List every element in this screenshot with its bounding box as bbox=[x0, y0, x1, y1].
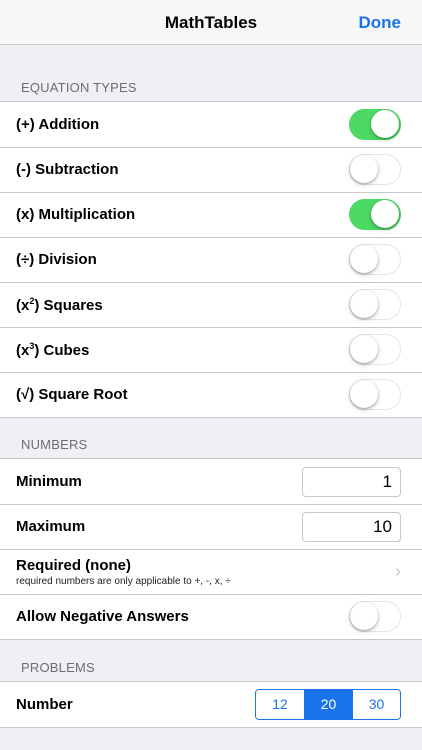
minimum-label: Minimum bbox=[16, 473, 82, 490]
subtraction-toggle[interactable] bbox=[349, 154, 401, 185]
toggle-knob bbox=[350, 290, 378, 318]
section-header-problems: PROBLEMS bbox=[21, 660, 95, 675]
division-toggle[interactable] bbox=[349, 244, 401, 275]
row-division: (÷) Division bbox=[0, 237, 422, 282]
numbers-group: Minimum Maximum Required (none) required… bbox=[0, 458, 422, 640]
subtraction-label: (-) Subtraction bbox=[16, 161, 119, 178]
cubes-toggle[interactable] bbox=[349, 334, 401, 365]
toggle-knob bbox=[350, 245, 378, 273]
number-label: Number bbox=[16, 696, 73, 713]
segment-12[interactable]: 12 bbox=[256, 690, 304, 719]
row-maximum: Maximum bbox=[0, 504, 422, 549]
equation-types-group: (+) Addition (-) Subtraction (x) Multipl… bbox=[0, 101, 422, 418]
row-allow-negative: Allow Negative Answers bbox=[0, 594, 422, 639]
number-segmented-control: 12 20 30 bbox=[255, 689, 401, 720]
done-button[interactable]: Done bbox=[359, 0, 402, 45]
row-number: Number 12 20 30 bbox=[0, 682, 422, 727]
section-header-numbers: NUMBERS bbox=[21, 437, 88, 452]
multiplication-label: (x) Multiplication bbox=[16, 206, 136, 223]
minimum-input[interactable] bbox=[302, 466, 401, 497]
squares-label: (x2) Squares bbox=[16, 296, 349, 314]
toggle-knob bbox=[350, 335, 378, 363]
problems-group: Number 12 20 30 bbox=[0, 681, 422, 728]
allow-negative-label: Allow Negative Answers bbox=[16, 608, 189, 625]
row-squares: (x2) Squares bbox=[0, 282, 422, 327]
cubes-label-prefix: (x bbox=[16, 341, 30, 359]
addition-toggle[interactable] bbox=[349, 109, 401, 140]
toggle-knob bbox=[350, 602, 378, 630]
maximum-label: Maximum bbox=[16, 518, 86, 535]
row-cubes: (x3) Cubes bbox=[0, 327, 422, 372]
row-multiplication: (x) Multiplication bbox=[0, 192, 422, 237]
row-addition: (+) Addition bbox=[0, 102, 422, 147]
toggle-knob bbox=[371, 200, 399, 228]
row-minimum: Minimum bbox=[0, 459, 422, 504]
required-text: Required (none) required numbers are onl… bbox=[16, 557, 387, 587]
segment-30[interactable]: 30 bbox=[352, 690, 400, 719]
segment-20[interactable]: 20 bbox=[304, 690, 352, 719]
section-header-equation-types: EQUATION TYPES bbox=[21, 80, 137, 95]
toggle-knob bbox=[371, 110, 399, 138]
maximum-input[interactable] bbox=[302, 511, 401, 542]
chevron-right-icon[interactable]: › bbox=[387, 561, 401, 582]
division-label: (÷) Division bbox=[16, 251, 97, 268]
required-title: Required (none) bbox=[16, 556, 131, 574]
multiplication-toggle[interactable] bbox=[349, 199, 401, 230]
toggle-knob bbox=[350, 380, 378, 408]
allow-negative-toggle[interactable] bbox=[349, 601, 401, 632]
toggle-knob bbox=[350, 155, 378, 183]
squares-label-suffix: ) Squares bbox=[34, 296, 103, 314]
cubes-label-suffix: ) Cubes bbox=[34, 341, 90, 359]
square-root-label: (√) Square Root bbox=[16, 386, 128, 403]
required-subtitle: required numbers are only applicable to … bbox=[16, 575, 231, 587]
row-square-root: (√) Square Root bbox=[0, 372, 422, 417]
row-subtraction: (-) Subtraction bbox=[0, 147, 422, 192]
squares-toggle[interactable] bbox=[349, 289, 401, 320]
addition-label: (+) Addition bbox=[16, 116, 100, 133]
row-required[interactable]: Required (none) required numbers are onl… bbox=[0, 549, 422, 594]
squares-label-prefix: (x bbox=[16, 296, 30, 314]
cubes-label: (x3) Cubes bbox=[16, 341, 349, 359]
square-root-toggle[interactable] bbox=[349, 379, 401, 410]
navigation-bar: MathTables Done bbox=[0, 0, 422, 45]
